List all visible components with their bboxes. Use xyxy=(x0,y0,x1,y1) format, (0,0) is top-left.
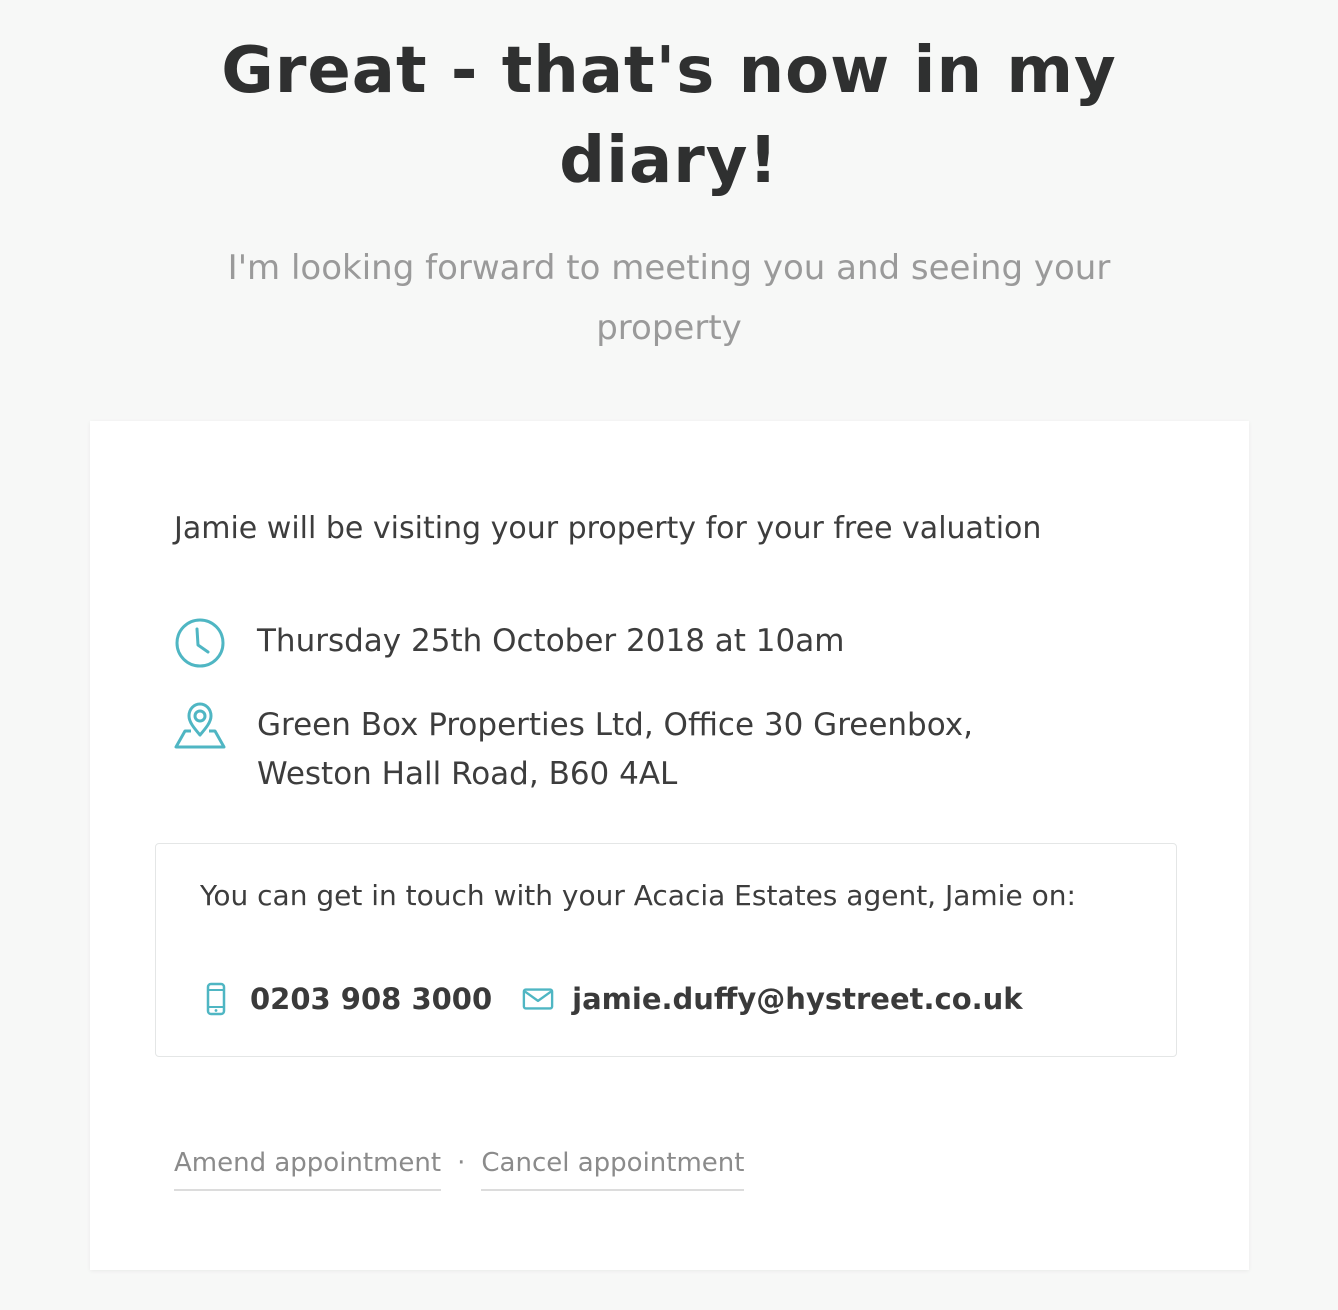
cancel-appointment-link[interactable]: Cancel appointment xyxy=(481,1143,745,1191)
page-title: Great - that's now in my diary! xyxy=(221,34,1117,198)
agent-contact-text: You can get in touch with your Acacia Es… xyxy=(200,879,1076,912)
page-subtitle: I'm looking forward to meeting you and s… xyxy=(227,248,1111,348)
mobile-phone-icon xyxy=(206,982,226,1016)
appointment-actions: Amend appointment · Cancel appointment xyxy=(174,1143,745,1191)
envelope-icon xyxy=(522,988,554,1010)
amend-appointment-link[interactable]: Amend appointment xyxy=(174,1143,442,1191)
appointment-location: Green Box Properties Ltd, Office 30 Gree… xyxy=(257,707,973,792)
agent-contact-details: 0203 908 3000 jamie.duffy@hystreet.co.uk xyxy=(200,982,1023,1016)
agent-contact-box: You can get in touch with your Acacia Es… xyxy=(155,843,1177,1057)
map-pin-icon xyxy=(174,702,226,749)
appointment-location-row: Green Box Properties Ltd, Office 30 Gree… xyxy=(174,701,1077,799)
agent-phone-link[interactable]: 0203 908 3000 xyxy=(250,982,492,1016)
appointment-datetime: Thursday 25th October 2018 at 10am xyxy=(257,623,845,659)
appointment-datetime-row: Thursday 25th October 2018 at 10am xyxy=(174,617,844,669)
agent-email-link[interactable]: jamie.duffy@hystreet.co.uk xyxy=(572,982,1022,1016)
appointment-card: Jamie will be visiting your property for… xyxy=(90,421,1249,1270)
actions-separator: · xyxy=(457,1148,466,1178)
visit-intro-text: Jamie will be visiting your property for… xyxy=(174,511,1042,546)
clock-icon xyxy=(175,618,225,668)
